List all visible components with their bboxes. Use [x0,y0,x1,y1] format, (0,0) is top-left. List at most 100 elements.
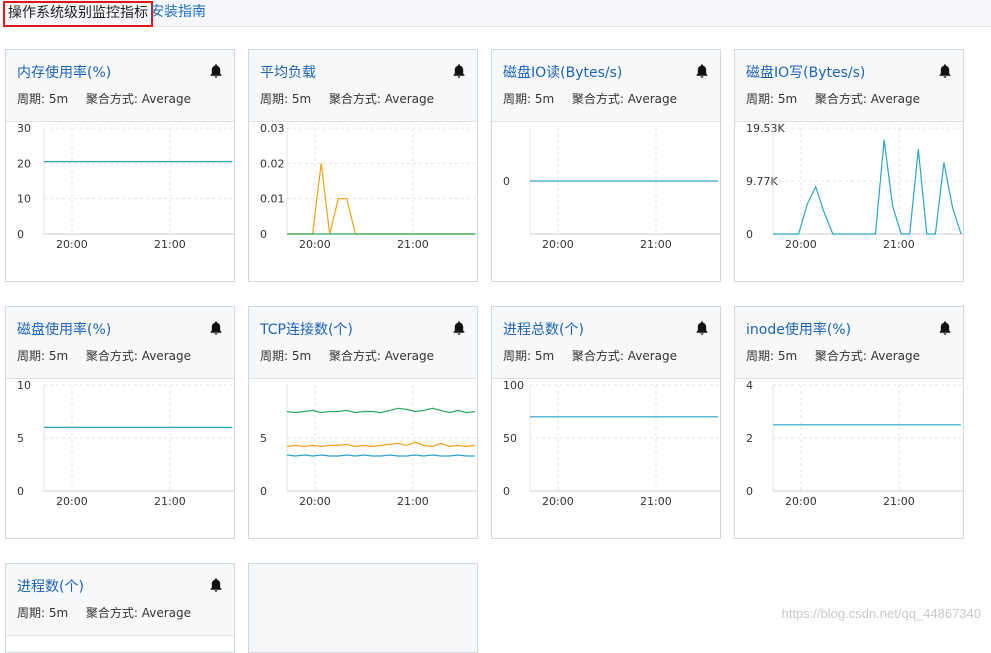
card-meta: 周期: 5m 聚合方式: Average [17,90,191,107]
metric-card: inode使用率(%) 周期: 5m 聚合方式: Average 0 2 4 20:0… [734,306,964,539]
aggregation-value: Average [141,92,192,106]
y-tick-label: 0.02 [260,157,285,170]
aggregation-label: 聚合方式: [814,92,867,106]
period-label: 周期: [260,349,289,363]
period-value: 5m [48,606,69,620]
metric-card: 平均负载 周期: 5m 聚合方式: Average 0 0.01 0.02 0.03 2… [248,49,478,282]
card-title[interactable]: 内存使用率(%) [17,62,111,82]
y-tick-label: 4 [746,379,753,392]
card-title[interactable]: 进程数(个) [17,576,84,596]
aggregation-label: 聚合方式: [85,606,138,620]
card-meta: 周期: 5m 聚合方式: Average [746,347,920,364]
bell-icon[interactable] [694,320,710,336]
bell-icon[interactable] [208,320,224,336]
x-tick-label: 20:00 [299,495,331,508]
empty-metric-card [248,563,478,653]
card-title[interactable]: inode使用率(%) [746,319,851,339]
period-value: 5m [777,92,798,106]
card-header: 进程总数(个) 周期: 5m 聚合方式: Average [492,307,720,379]
card-title[interactable]: TCP连接数(个) [260,319,353,339]
y-tick-label: 0 [260,485,267,498]
card-title[interactable]: 磁盘使用率(%) [17,319,111,339]
metric-chart: 0 10 20 30 20:00 21:00 [17,122,234,251]
card-header: TCP连接数(个) 周期: 5m 聚合方式: Average [249,307,477,379]
card-title[interactable]: 磁盘IO读(Bytes/s) [503,62,622,82]
card-title[interactable]: 磁盘IO写(Bytes/s) [746,62,865,82]
period-value: 5m [291,349,312,363]
card-meta: 周期: 5m 聚合方式: Average [260,347,434,364]
aggregation-value: Average [384,349,435,363]
metric-card: 内存使用率(%) 周期: 5m 聚合方式: Average 0 10 20 30 20:… [5,49,235,282]
card-title[interactable]: 进程总数(个) [503,319,584,339]
bell-icon[interactable] [937,320,953,336]
period-value: 5m [534,92,555,106]
bell-icon[interactable] [937,63,953,79]
aggregation-label: 聚合方式: [814,349,867,363]
series-line [287,163,475,235]
aggregation-label: 聚合方式: [571,349,624,363]
top-bar: 操作系统级别监控指标 安装指南 [0,0,991,27]
x-tick-label: 20:00 [542,238,574,251]
metric-chart: 0 9.77K 19.53K 20:00 21:00 [746,122,963,251]
x-tick-label: 21:00 [397,495,429,508]
card-header: 磁盘IO写(Bytes/s) 周期: 5m 聚合方式: Average [735,50,963,122]
y-tick-label: 10 [17,193,31,206]
y-tick-label: 20 [17,157,31,170]
bell-icon[interactable] [208,63,224,79]
card-header: inode使用率(%) 周期: 5m 聚合方式: Average [735,307,963,379]
aggregation-label: 聚合方式: [571,92,624,106]
metric-chart: 0 5 20:00 21:00 [260,385,477,508]
card-meta: 周期: 5m 聚合方式: Average [746,90,920,107]
y-tick-label: 5 [17,432,24,445]
series-line [286,454,475,457]
x-tick-label: 21:00 [640,238,672,251]
aggregation-value: Average [141,606,192,620]
aggregation-value: Average [627,349,678,363]
y-tick-label: 19.53K [746,122,785,135]
aggregation-label: 聚合方式: [328,92,381,106]
y-tick-label: 100 [503,379,524,392]
aggregation-value: Average [627,92,678,106]
y-tick-label: 0 [503,175,510,188]
metric-chart: 0 20:00 21:00 [503,128,720,251]
card-meta: 周期: 5m 聚合方式: Average [503,347,677,364]
x-tick-label: 21:00 [883,238,915,251]
card-header: 平均负载 周期: 5m 聚合方式: Average [249,50,477,122]
period-label: 周期: [746,92,775,106]
y-tick-label: 0 [260,228,267,241]
x-tick-label: 20:00 [785,495,817,508]
aggregation-label: 聚合方式: [328,349,381,363]
x-tick-label: 20:00 [785,238,817,251]
aggregation-label: 聚合方式: [85,349,138,363]
card-header: 磁盘使用率(%) 周期: 5m 聚合方式: Average [6,307,234,379]
x-tick-label: 21:00 [640,495,672,508]
y-tick-label: 0.01 [260,193,285,206]
y-tick-label: 9.77K [746,175,778,188]
period-label: 周期: [17,606,46,620]
bell-icon[interactable] [208,577,224,593]
aggregation-value: Average [870,92,921,106]
bell-icon[interactable] [451,320,467,336]
x-tick-label: 21:00 [154,238,186,251]
period-label: 周期: [503,349,532,363]
bell-icon[interactable] [451,63,467,79]
period-value: 5m [534,349,555,363]
card-header: 进程数(个) 周期: 5m 聚合方式: Average [6,564,234,636]
x-tick-label: 21:00 [883,495,915,508]
y-tick-label: 0 [17,485,24,498]
card-title[interactable]: 平均负载 [260,62,316,82]
period-label: 周期: [746,349,775,363]
card-meta: 周期: 5m 聚合方式: Average [260,90,434,107]
metric-card: 进程数(个) 周期: 5m 聚合方式: Average [5,563,235,653]
bell-icon[interactable] [694,63,710,79]
period-label: 周期: [17,349,46,363]
metric-chart: 0 2 4 20:00 21:00 [746,379,963,508]
series-line [286,441,476,448]
card-header: 磁盘IO读(Bytes/s) 周期: 5m 聚合方式: Average [492,50,720,122]
card-header: 内存使用率(%) 周期: 5m 聚合方式: Average [6,50,234,122]
period-value: 5m [291,92,312,106]
card-meta: 周期: 5m 聚合方式: Average [503,90,677,107]
install-guide-link[interactable]: 安装指南 [150,2,206,22]
x-tick-label: 21:00 [154,495,186,508]
metric-chart: 0 0.01 0.02 0.03 20:00 21:00 [260,122,477,251]
